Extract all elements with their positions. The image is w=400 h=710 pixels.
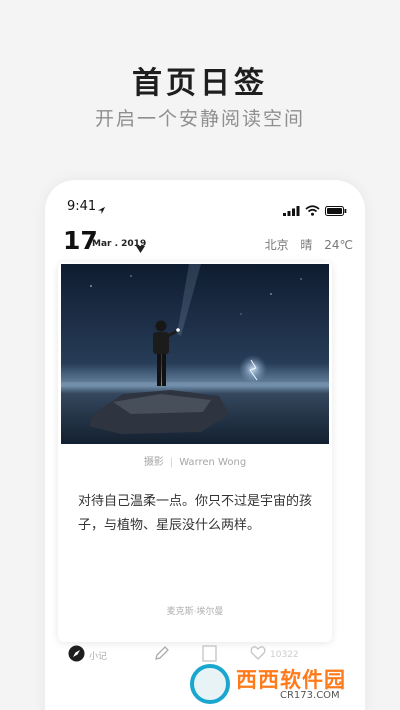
nav-note-label: 小记 <box>89 652 108 662</box>
phone-frame: 9:41 17 Mar . 2019 北京 晴 24℃ 摄影 | Warren … <box>45 180 365 710</box>
watermark-url: CR173.COM <box>280 690 340 701</box>
quote-author: 麦克斯·埃尔曼 <box>166 607 224 617</box>
nav-note[interactable]: 小记 <box>68 645 107 666</box>
daily-card[interactable]: 摄影 | Warren Wong 对待自己温柔一点。你只不过是宇宙的孩子，与植物、星… <box>58 262 332 642</box>
compass-icon <box>68 645 85 666</box>
weather-city: 北京 <box>264 238 289 252</box>
daily-photo <box>61 264 329 444</box>
location-arrow-icon <box>97 200 106 219</box>
wifi-icon <box>305 201 320 220</box>
status-bar: 9:41 <box>45 199 365 216</box>
quote-text: 对待自己温柔一点。你只不过是宇宙的孩子，与植物、星辰没什么两样。 <box>78 494 313 533</box>
weather-temperature: 24℃ <box>324 238 353 252</box>
date-header: 17 Mar . 2019 北京 晴 24℃ <box>63 226 353 257</box>
weather-condition: 晴 <box>300 238 313 252</box>
promo-subtitle: 开启一个安静阅读空间 <box>94 108 305 130</box>
status-time: 9:41 <box>67 199 97 214</box>
watermark-logo-icon <box>190 664 230 704</box>
pencil-icon <box>153 645 170 666</box>
weather-info: 北京 晴 24℃ <box>257 236 353 253</box>
watermark: 西西软件园 CR173.COM <box>190 662 380 706</box>
photo-credit-label: 摄影 <box>143 457 164 468</box>
chevron-down-icon[interactable] <box>136 238 145 257</box>
battery-icon <box>325 201 347 220</box>
photo-credit: 摄影 | Warren Wong <box>143 457 247 468</box>
signal-icon <box>283 201 300 220</box>
like-count: 10322 <box>270 649 299 660</box>
promo-title: 首页日签 <box>132 66 268 101</box>
nav-edit[interactable] <box>153 645 170 666</box>
photographer-name: Warren Wong <box>179 457 247 468</box>
